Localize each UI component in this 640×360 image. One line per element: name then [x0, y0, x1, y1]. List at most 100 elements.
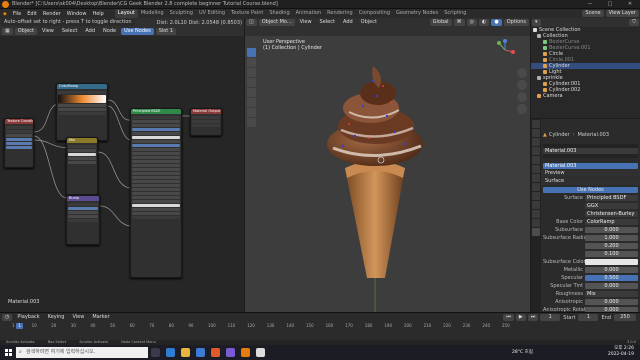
- node-menu-select[interactable]: Select: [59, 28, 80, 35]
- properties-editor[interactable]: ▲ Cylinder › Material.003 Material.003 M…: [531, 119, 640, 312]
- tool-tab-icon[interactable]: [532, 120, 540, 128]
- start-frame-field[interactable]: 1: [578, 314, 599, 321]
- bump-node[interactable]: Bump: [66, 195, 100, 245]
- timeline[interactable]: ◷ Playback Keying View Marker ⏮ ▶ ⏭ 1 St…: [0, 312, 640, 340]
- weather-widget[interactable]: 28°C 흐림: [512, 349, 533, 355]
- store-icon[interactable]: [196, 348, 205, 357]
- material-slot-list[interactable]: Material.003: [543, 144, 638, 158]
- overlays-icon[interactable]: ◐: [478, 19, 490, 26]
- node-editor-type-icon[interactable]: ▦: [2, 28, 13, 35]
- render-tab-icon[interactable]: [532, 129, 540, 137]
- modifier-tab-icon[interactable]: [532, 183, 540, 191]
- properties-use-nodes-button[interactable]: Use Nodes: [543, 186, 638, 193]
- workspace-tab-modeling[interactable]: Modeling: [138, 9, 167, 18]
- node-menu-object[interactable]: Object: [14, 28, 38, 35]
- bsdf-input-value[interactable]: 0.000: [585, 298, 638, 305]
- proportional-edit-icon[interactable]: ◎: [466, 19, 477, 26]
- play-icon[interactable]: ▶: [515, 314, 526, 321]
- material-tab-icon[interactable]: [532, 228, 540, 236]
- workspace-tab-sculpting[interactable]: Sculpting: [167, 9, 196, 18]
- edge-browser-icon[interactable]: [166, 348, 175, 357]
- 3d-viewport[interactable]: ◫ Object Mo... View Select Add Object Gl…: [245, 18, 530, 312]
- principled-bsdf-node[interactable]: Principled BSDF: [130, 108, 182, 278]
- workspace-tab-scripting[interactable]: Scripting: [441, 9, 469, 18]
- bsdf-input-value[interactable]: ColorRamp: [585, 218, 638, 225]
- view-layer-tab-icon[interactable]: [532, 147, 540, 155]
- viewport-menu-object[interactable]: Object: [358, 19, 380, 26]
- workspace-tab-shading[interactable]: Shading: [266, 9, 292, 18]
- bsdf-input-value[interactable]: 0.100: [585, 250, 638, 257]
- bsdf-input-value[interactable]: 0.000: [585, 266, 638, 273]
- bsdf-input-value[interactable]: [585, 258, 638, 265]
- menu-help[interactable]: Help: [89, 11, 106, 17]
- outliner[interactable]: ▾ ⛉ Scene Collection Collection BezierCur…: [531, 18, 640, 118]
- snap-icon[interactable]: ⌘: [453, 19, 465, 26]
- particles-tab-icon[interactable]: [532, 192, 540, 200]
- material-output-node[interactable]: Material Output: [190, 108, 222, 136]
- object-tab-icon[interactable]: [532, 174, 540, 182]
- colorramp-node[interactable]: ColorRamp: [56, 83, 108, 141]
- outliner-filter-icon[interactable]: ▾: [532, 19, 541, 26]
- node-editor[interactable]: Texture Coordinate ColorRamp Mix Bump Pr…: [0, 36, 244, 312]
- menu-render[interactable]: Render: [40, 11, 64, 17]
- timeline-playhead[interactable]: 1: [16, 323, 23, 329]
- distribution-selector[interactable]: GGX: [585, 202, 638, 209]
- bsdf-input-value[interactable]: 0.200: [585, 242, 638, 249]
- menu-edit[interactable]: Edit: [24, 11, 40, 17]
- slot-selector[interactable]: Slot 1: [155, 28, 177, 35]
- viewlayer-selector[interactable]: View Layer: [605, 10, 639, 17]
- viewport-menu-add[interactable]: Add: [340, 19, 356, 26]
- world-tab-icon[interactable]: [532, 165, 540, 173]
- bsdf-input-value[interactable]: 0.000: [585, 226, 638, 233]
- outliner-funnel-icon[interactable]: ⛉: [629, 19, 639, 26]
- scene-selector[interactable]: Scene: [582, 10, 604, 17]
- timeline-menu-playback[interactable]: Playback: [14, 314, 42, 321]
- menu-window[interactable]: Window: [64, 11, 90, 17]
- windows-start-icon[interactable]: [2, 347, 14, 359]
- current-frame-field[interactable]: 1: [540, 314, 561, 321]
- jump-end-icon[interactable]: ⏭: [527, 314, 539, 321]
- office-icon[interactable]: [211, 348, 220, 357]
- taskbar-search-box[interactable]: ⌕ 검색하려면 여기에 입력하십시오.: [16, 347, 148, 358]
- menu-file[interactable]: File: [10, 11, 24, 17]
- surface-shader-selector[interactable]: Principled BSDF: [585, 194, 638, 201]
- workspace-tab-layout[interactable]: Layout: [114, 9, 138, 18]
- bsdf-input-value[interactable]: 0.000: [585, 282, 638, 289]
- material-name-field[interactable]: Material.003: [543, 162, 638, 169]
- timeline-menu-keying[interactable]: Keying: [45, 314, 68, 321]
- bsdf-input-value[interactable]: 0.500: [585, 274, 638, 281]
- close-button[interactable]: ✕: [620, 0, 640, 9]
- node-menu-node[interactable]: Node: [100, 28, 119, 35]
- subsurface-method-selector[interactable]: Christensen-Burley: [585, 210, 638, 217]
- end-frame-field[interactable]: 250: [614, 314, 636, 321]
- surface-section-header[interactable]: Surface: [541, 178, 640, 185]
- timeline-editor-icon[interactable]: ◷: [2, 314, 13, 321]
- node-menu-view[interactable]: View: [39, 28, 57, 35]
- app-icon[interactable]: [226, 348, 235, 357]
- viewport-menu-select[interactable]: Select: [317, 19, 338, 26]
- mix-node[interactable]: Mix: [66, 137, 98, 195]
- timeline-menu-marker[interactable]: Marker: [89, 314, 112, 321]
- workspace-tab-uv-editing[interactable]: UV Editing: [196, 9, 228, 18]
- workspace-tab-geometry-nodes[interactable]: Geometry Nodes: [393, 9, 441, 18]
- viewport-options-button[interactable]: Options: [503, 19, 529, 26]
- shading-solid-icon[interactable]: ●: [491, 19, 502, 26]
- task-view-icon[interactable]: [151, 348, 160, 357]
- blender-taskbar-icon[interactable]: [241, 348, 250, 357]
- chrome-icon[interactable]: [256, 348, 265, 357]
- transform-orientation-selector[interactable]: Global: [429, 19, 452, 26]
- data-tab-icon[interactable]: [532, 219, 540, 227]
- workspace-tab-texture-paint[interactable]: Texture Paint: [228, 9, 266, 18]
- scene-tab-icon[interactable]: [532, 156, 540, 164]
- bsdf-input-value[interactable]: 1.000: [585, 234, 638, 241]
- constraints-tab-icon[interactable]: [532, 210, 540, 218]
- workspace-tab-rendering[interactable]: Rendering: [324, 9, 356, 18]
- jump-start-icon[interactable]: ⏮: [503, 314, 514, 321]
- viewport-editor-type-icon[interactable]: ◫: [246, 19, 257, 26]
- texture-coordinate-node[interactable]: Texture Coordinate: [4, 118, 34, 168]
- timeline-menu-view[interactable]: View: [69, 314, 87, 321]
- object-mode-selector[interactable]: Object Mo...: [258, 19, 295, 26]
- physics-tab-icon[interactable]: [532, 201, 540, 209]
- material-slot-item[interactable]: Material.003: [543, 148, 638, 154]
- minimize-button[interactable]: —: [580, 0, 600, 9]
